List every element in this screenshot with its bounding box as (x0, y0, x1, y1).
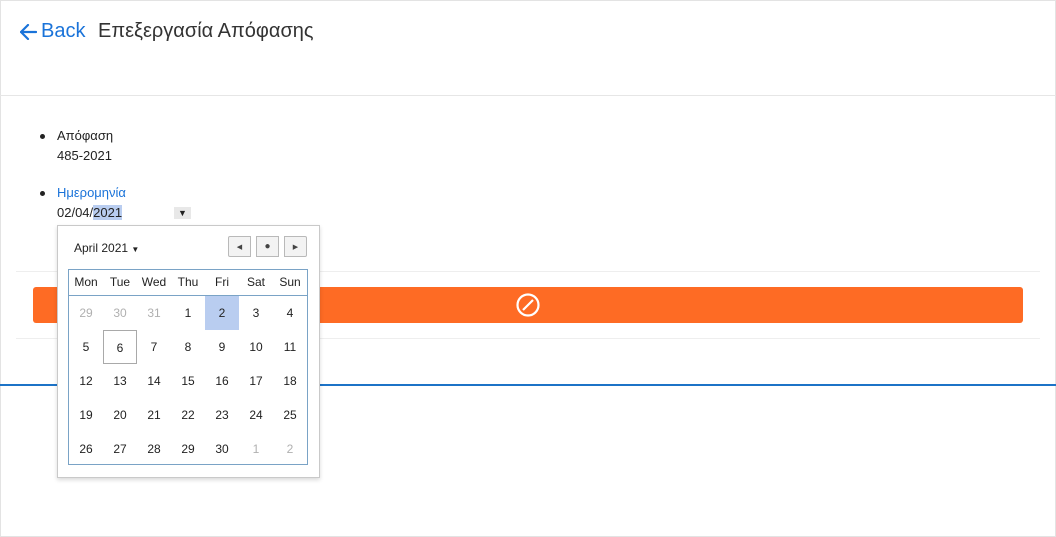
caret-left-icon: ◀ (236, 243, 243, 251)
today-button[interactable]: ● (256, 236, 279, 257)
calendar-week: 29 30 31 1 2 3 4 (69, 296, 307, 330)
month-label: April 2021 (74, 241, 129, 255)
calendar-day[interactable]: 27 (103, 432, 137, 466)
weekday-label: Sun (279, 275, 301, 289)
calendar-day[interactable]: 22 (171, 398, 205, 432)
calendar-day[interactable]: 16 (205, 364, 239, 398)
calendar-day[interactable]: 5 (69, 330, 103, 364)
calendar-day[interactable]: 12 (69, 364, 103, 398)
bullet (40, 191, 45, 196)
calendar-day[interactable]: 18 (273, 364, 307, 398)
calendar-week: 26 27 28 29 30 1 2 (69, 432, 307, 466)
caret-right-icon: ▶ (292, 243, 299, 251)
weekday-header: Mon Tue Wed Thu Fri Sat Sun (69, 270, 307, 296)
calendar-day[interactable]: 1 (239, 432, 273, 466)
calendar-day[interactable]: 17 (239, 364, 273, 398)
calendar-day[interactable]: 19 (69, 398, 103, 432)
calendar-week: 5 6 7 8 9 10 11 (69, 330, 307, 364)
calendar-week: 12 13 14 15 16 17 18 (69, 364, 307, 398)
calendar-day[interactable]: 28 (137, 432, 171, 466)
calendar-day[interactable]: 10 (239, 330, 273, 364)
page-title: Επεξεργασία Απόφασης (98, 20, 314, 42)
calendar-day[interactable]: 29 (171, 432, 205, 466)
calendar-day[interactable]: 25 (273, 398, 307, 432)
weekday-label: Wed (141, 275, 167, 289)
calendar-day[interactable]: 15 (171, 364, 205, 398)
prohibited-icon (516, 293, 540, 317)
back-label: Back (41, 20, 86, 42)
weekday-label: Tue (109, 275, 131, 289)
calendar-day[interactable]: 11 (273, 330, 307, 364)
calendar-day[interactable]: 30 (205, 432, 239, 466)
calendar-day[interactable]: 31 (137, 296, 171, 330)
month-selector[interactable]: April 2021 ▼ (74, 241, 139, 255)
header: Back Επεξεργασία Απόφασης (0, 0, 1056, 96)
next-month-button[interactable]: ▶ (284, 236, 307, 257)
weekday-label: Mon (74, 275, 98, 289)
bullet (40, 134, 45, 139)
calendar-week: 19 20 21 22 23 24 25 (69, 398, 307, 432)
calendar-day[interactable]: 8 (171, 330, 205, 364)
decision-value: 485-2021 (57, 148, 112, 163)
calendar-day[interactable]: 4 (273, 296, 307, 330)
weekday-label: Sat (246, 275, 265, 289)
weekday-label: Fri (215, 275, 229, 289)
calendar-day[interactable]: 9 (205, 330, 239, 364)
date-input-year: 2021 (93, 205, 123, 220)
weekday-label: Thu (177, 275, 199, 289)
arrow-left-icon (20, 23, 37, 40)
calendar-day[interactable]: 23 (205, 398, 239, 432)
caret-down-icon: ▼ (131, 245, 140, 254)
back-button[interactable]: Back (20, 20, 85, 43)
decision-label: Απόφαση (57, 128, 114, 143)
calendar-day[interactable]: 30 (103, 296, 137, 330)
calendar-day[interactable]: 29 (69, 296, 103, 330)
calendar-day[interactable]: 21 (137, 398, 171, 432)
calendar-day[interactable]: 20 (103, 398, 137, 432)
date-label: Ημερομηνία (57, 185, 126, 200)
calendar-day[interactable]: 2 (273, 432, 307, 466)
dot-icon: ● (264, 241, 271, 252)
calendar-day[interactable]: 7 (137, 330, 171, 364)
calendar-day[interactable]: 1 (171, 296, 205, 330)
calendar-day[interactable]: 3 (239, 296, 273, 330)
calendar-grid: Mon Tue Wed Thu Fri Sat Sun 29 30 31 1 2… (68, 269, 308, 465)
date-input-prefix: 02/04/ (57, 205, 94, 220)
date-dropdown-toggle[interactable]: ▼ (174, 207, 191, 219)
calendar-day[interactable]: 26 (69, 432, 103, 466)
calendar-day-today[interactable]: 6 (103, 330, 137, 364)
datepicker-popup: April 2021 ▼ ◀ ● ▶ Mon Tue Wed Thu Fri S… (57, 225, 320, 478)
calendar-day-selected[interactable]: 2 (205, 296, 239, 330)
prev-month-button[interactable]: ◀ (228, 236, 251, 257)
calendar-day[interactable]: 24 (239, 398, 273, 432)
date-input[interactable]: 02/04/2021 (57, 205, 123, 220)
datepicker-nav: ◀ ● ▶ (228, 236, 307, 257)
calendar-day[interactable]: 13 (103, 364, 137, 398)
calendar-day[interactable]: 14 (137, 364, 171, 398)
